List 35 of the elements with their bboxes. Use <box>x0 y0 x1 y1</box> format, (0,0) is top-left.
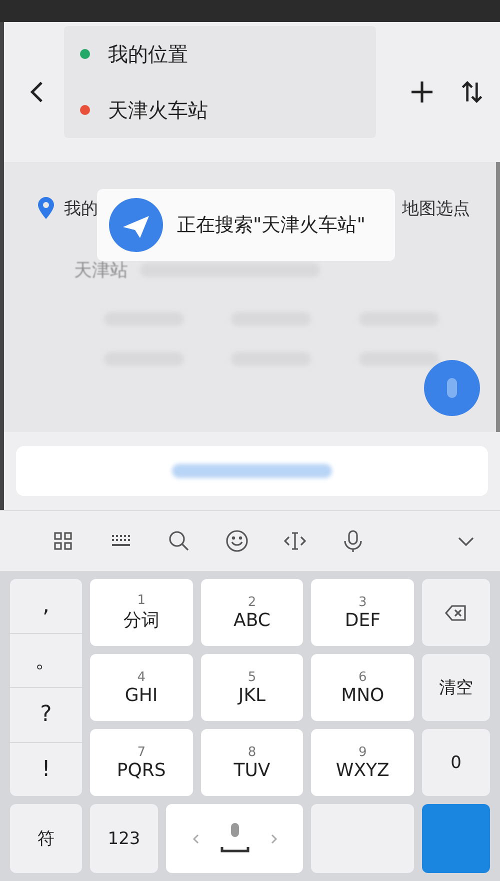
keyboard-key[interactable]: 1 分词 <box>90 579 193 646</box>
voice-hint-bar[interactable] <box>16 446 488 496</box>
grid-icon <box>51 529 75 553</box>
keyboard-key[interactable]: 4 GHI <box>90 654 193 721</box>
origin-field[interactable]: 我的位置 <box>108 40 188 68</box>
keyboard-key[interactable]: 3 DEF <box>311 579 414 646</box>
keyboard-key[interactable]: 8 TUV <box>200 729 304 796</box>
keyboard-key[interactable]: 123 <box>90 804 158 873</box>
location-pin-icon <box>38 197 54 219</box>
punctuation-key[interactable]: 。 <box>10 634 82 688</box>
search-icon <box>167 529 191 553</box>
destination-field[interactable]: 天津火车站 <box>108 96 208 124</box>
space-key[interactable] <box>166 804 304 873</box>
keyboard-key[interactable]: 5 JKL <box>200 654 304 721</box>
microphone-icon <box>446 377 458 399</box>
quick-option[interactable]: 地图选点 <box>402 188 470 228</box>
keyboard-key[interactable]: 清空 <box>422 654 490 721</box>
cursor-icon <box>283 529 307 553</box>
keyboard-key[interactable]: 符 <box>10 804 82 873</box>
delete-key[interactable] <box>422 579 490 646</box>
paper-plane-icon <box>109 198 163 252</box>
punctuation-key[interactable]: ! <box>10 742 82 796</box>
punctuation-key[interactable]: , <box>10 579 82 634</box>
keyboard-key[interactable]: 9 WXYZ <box>311 729 414 796</box>
keyboard-key[interactable]: 6 MNO <box>311 654 414 721</box>
punctuation-key[interactable]: ? <box>10 688 82 742</box>
destination-dot <box>80 105 90 115</box>
keyboard-key[interactable]: 7 PQRS <box>90 729 193 796</box>
origin-dot <box>80 49 90 59</box>
microphone-icon <box>341 529 365 553</box>
smiley-icon <box>225 529 249 553</box>
keyboard-key[interactable]: 0 <box>422 729 490 796</box>
keyboard-key[interactable]: 2 ABC <box>200 579 304 646</box>
toast-text: 正在搜索"天津火车站" <box>177 213 366 238</box>
quick-option[interactable]: 我的 <box>38 188 98 228</box>
